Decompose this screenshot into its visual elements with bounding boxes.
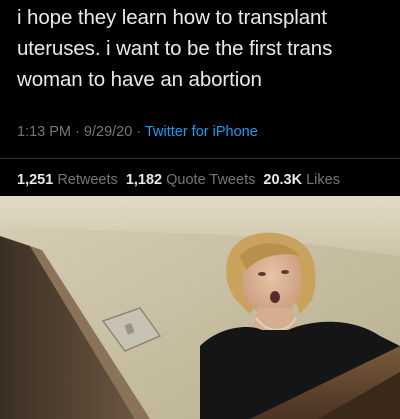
meta-separator: · xyxy=(75,124,80,140)
tweet-date[interactable]: 9/29/20 xyxy=(84,124,132,140)
quote-tweets-stat[interactable]: 1,182 Quote Tweets xyxy=(126,172,260,188)
likes-label: Likes xyxy=(306,172,340,188)
reaction-photo xyxy=(0,196,400,419)
quote-tweets-count: 1,182 xyxy=(125,172,163,188)
reaction-photo-illustration xyxy=(0,196,400,419)
divider xyxy=(0,158,400,159)
tweet-meta: 1:13 PM · 9/29/20 · Twitter for iPhone xyxy=(17,124,258,140)
retweets-count: 1,251 xyxy=(17,172,54,188)
quote-tweets-label: Quote Tweets xyxy=(166,172,256,188)
tweet-text: i hope they learn how to transplant uter… xyxy=(17,6,333,91)
tweet-time[interactable]: 1:13 PM xyxy=(17,124,71,140)
likes-count: 20.3K xyxy=(263,172,303,188)
tweet-stats: 1,251 Retweets 1,182 Quote Tweets 20.3K … xyxy=(17,172,344,188)
meta-separator: · xyxy=(136,124,142,140)
likes-stat[interactable]: 20.3K Likes xyxy=(263,172,340,188)
retweets-label: Retweets xyxy=(57,172,118,188)
tweet-client-link[interactable]: Twitter for iPhone xyxy=(145,124,258,140)
retweets-stat[interactable]: 1,251 Retweets xyxy=(17,172,122,188)
tweet-card: i hope they learn how to transplant uter… xyxy=(0,0,400,196)
